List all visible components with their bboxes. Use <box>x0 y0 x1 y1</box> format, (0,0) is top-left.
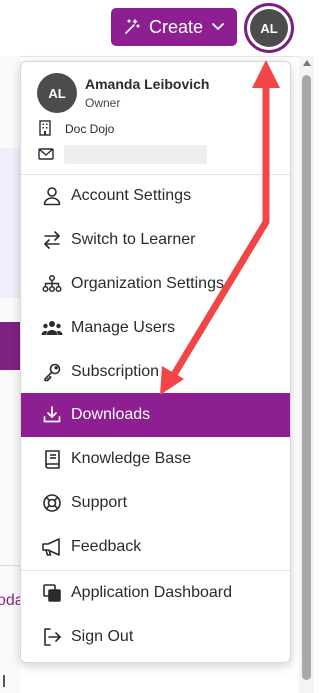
menu-item-label: Support <box>71 494 128 511</box>
menu-item-feedback[interactable]: Feedback <box>21 525 290 569</box>
chevron-down-icon <box>211 22 225 32</box>
menu-item-label: Switch to Learner <box>71 231 196 248</box>
create-label: Create <box>148 16 204 37</box>
menu-item-knowledge-base[interactable]: Knowledge Base <box>21 437 290 481</box>
user-icon <box>41 185 63 207</box>
menu-item-sign-out[interactable]: Sign Out <box>21 615 290 659</box>
menu-item-label: Manage Users <box>71 319 176 336</box>
envelope-icon <box>38 147 54 165</box>
menu-item-application-dashboard[interactable]: Application Dashboard <box>21 571 290 615</box>
download-icon <box>41 404 63 426</box>
menu-item-support[interactable]: Support <box>21 481 290 525</box>
magic-wand-icon <box>123 18 141 36</box>
menu-item-label: Downloads <box>71 406 151 423</box>
lifebuoy-icon <box>41 492 63 514</box>
menu-item-label: Organization Settings <box>71 275 224 292</box>
create-button[interactable]: Create <box>111 8 237 46</box>
menu-item-organization-settings[interactable]: Organization Settings <box>21 262 290 306</box>
menu-item-label: Subscription <box>71 363 160 380</box>
menu-item-subscription[interactable]: Subscription <box>21 350 290 394</box>
scrollbar-thumb[interactable] <box>302 75 311 680</box>
profile-section: AL Amanda Leibovich Owner Doc Dojo <box>21 62 290 175</box>
background-mark <box>3 675 5 687</box>
menu-item-label: Application Dashboard <box>71 584 232 601</box>
users-group-icon <box>41 317 63 339</box>
menu-item-manage-users[interactable]: Manage Users <box>21 306 290 350</box>
user-name: Amanda Leibovich <box>85 76 210 92</box>
background-divider <box>0 565 20 566</box>
megaphone-icon <box>41 536 63 558</box>
user-avatar-button[interactable]: AL <box>244 3 294 53</box>
avatar-initials: AL <box>250 9 288 47</box>
organization-name: Doc Dojo <box>65 122 115 136</box>
menu-item-switch-to-learner[interactable]: Switch to Learner <box>21 218 290 262</box>
scroll-up-arrow-icon[interactable] <box>303 60 311 66</box>
menu-item-label: Knowledge Base <box>71 450 192 467</box>
menu-item-account-settings[interactable]: Account Settings <box>21 174 290 218</box>
email-redacted <box>64 145 207 164</box>
switch-arrows-icon <box>41 229 63 251</box>
menu-item-label: Account Settings <box>71 187 192 204</box>
org-chart-icon <box>41 273 63 295</box>
background-button <box>0 322 20 370</box>
building-icon <box>38 120 52 141</box>
book-icon <box>41 448 63 470</box>
user-dropdown-menu: AL Amanda Leibovich Owner Doc Dojo Accou… <box>20 61 291 663</box>
avatar: AL <box>37 73 77 113</box>
sign-out-icon <box>41 626 63 648</box>
key-icon <box>41 361 63 383</box>
menu-item-label: Sign Out <box>71 628 134 645</box>
background-panel <box>0 148 20 298</box>
copy-windows-icon <box>41 582 63 604</box>
menu-item-downloads[interactable]: Downloads <box>21 393 290 437</box>
menu-item-label: Feedback <box>71 538 142 555</box>
top-bar: Create AL <box>0 0 314 57</box>
user-role: Owner <box>85 96 121 110</box>
